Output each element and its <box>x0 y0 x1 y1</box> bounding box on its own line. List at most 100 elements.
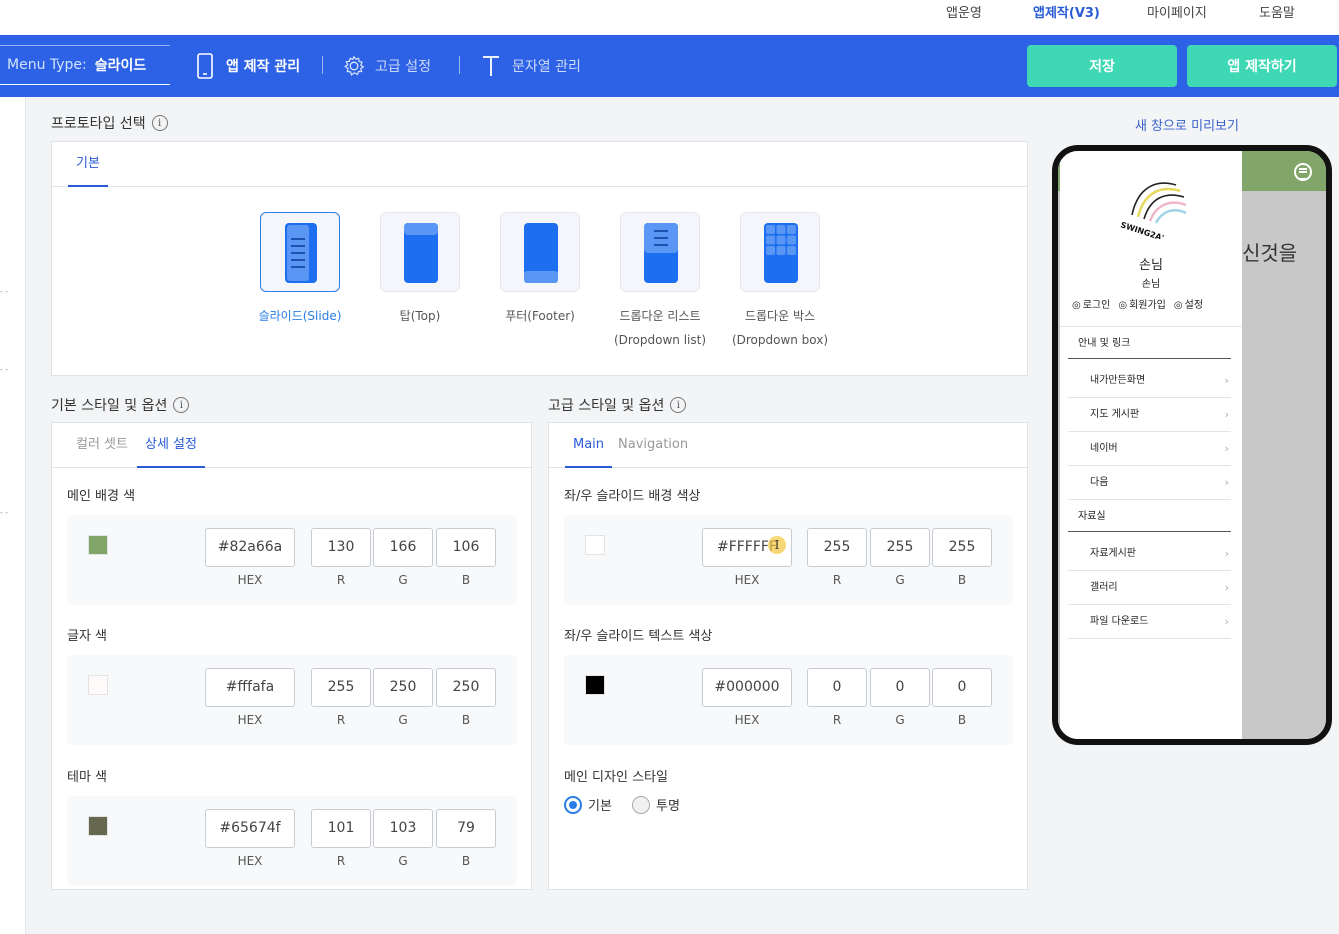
string-manage-link[interactable]: 문자열 관리 <box>480 53 581 79</box>
strip-marker: - - <box>0 508 9 517</box>
text-r-input[interactable]: 255 <box>311 668 371 707</box>
radio-design-basic[interactable]: 기본 <box>564 795 612 814</box>
basic-style-panel: 컬러 셋트 상세 설정 메인 배경 색 #82a66a 130 166 106 … <box>51 422 532 890</box>
info-icon[interactable]: i <box>151 115 168 131</box>
text-g-input[interactable]: 250 <box>373 668 433 707</box>
b-caption: B <box>461 573 471 587</box>
menu-item-label: 갤러리 <box>1090 582 1118 593</box>
menu-type-value: 슬라이드 <box>94 58 147 74</box>
main-bg-g-input[interactable]: 166 <box>373 528 433 567</box>
b-caption: B <box>461 713 471 727</box>
theme-hex-input[interactable]: #65674f <box>205 809 295 848</box>
r-caption: R <box>832 713 842 727</box>
slide-text-g-input[interactable]: 0 <box>870 668 930 707</box>
slide-bg-r-input[interactable]: 255 <box>807 528 867 567</box>
tab-color-set[interactable]: 컬러 셋트 <box>68 423 136 468</box>
text-b-input[interactable]: 250 <box>436 668 496 707</box>
menu-item[interactable]: 다음 › <box>1068 466 1231 500</box>
prototype-slide[interactable]: 슬라이드(Slide) <box>240 212 360 328</box>
phone-preview: 신것을 SWING2A' 손님 손님 로그인 회원가입 설정 안내 및 링크 내… <box>1052 145 1332 745</box>
menu-type-selector[interactable]: Menu Type: 슬라이드 <box>0 45 170 85</box>
info-icon[interactable]: i <box>670 397 687 413</box>
g-caption: G <box>398 713 408 727</box>
prototype-tabs: 기본 <box>52 142 1027 187</box>
app-manage-label: 앱 제작 관리 <box>226 59 301 75</box>
prototype-dropdown-list[interactable]: 드롭다운 리스트 (Dropdown list) <box>600 212 720 352</box>
info-icon[interactable]: i <box>173 397 190 413</box>
nav-app-build-v3[interactable]: 앱제작(V3) <box>1033 2 1100 21</box>
main-bg-b-input[interactable]: 106 <box>436 528 496 567</box>
menu-icon[interactable] <box>1294 163 1312 181</box>
tab-navigation[interactable]: Navigation <box>610 423 696 468</box>
slide-text-r-input[interactable]: 0 <box>807 668 867 707</box>
dropdown-box-label-2: (Dropdown box) <box>731 333 829 347</box>
gear-icon <box>343 53 365 79</box>
tab-detail-settings[interactable]: 상세 설정 <box>137 423 205 468</box>
prototype-footer[interactable]: 푸터(Footer) <box>480 212 600 328</box>
main-bg-r-input[interactable]: 130 <box>311 528 371 567</box>
preview-new-window-link[interactable]: 새 창으로 미리보기 <box>1135 115 1239 134</box>
menu-item-label: 다음 <box>1090 477 1109 488</box>
text-hex-input[interactable]: #fffafa <box>205 668 295 707</box>
theme-r-input[interactable]: 101 <box>311 809 371 848</box>
slide-drawer: SWING2A' 손님 손님 로그인 회원가입 설정 안내 및 링크 내가만든화… <box>1060 151 1242 739</box>
radio-basic-label: 기본 <box>588 799 612 814</box>
login-link[interactable]: 로그인 <box>1072 296 1111 311</box>
prototype-dropdown-list-label: 드롭다운 리스트 (Dropdown list) <box>600 304 720 352</box>
app-manage-link[interactable]: 앱 제작 관리 <box>194 53 300 79</box>
dropdown-box-layout-icon <box>740 212 820 292</box>
theme-color-swatch[interactable] <box>88 816 108 836</box>
nav-help[interactable]: 도움말 <box>1259 2 1295 21</box>
hex-caption: HEX <box>237 573 263 587</box>
radio-design-transparent[interactable]: 투명 <box>632 795 680 814</box>
main-bg-color-label: 메인 배경 색 <box>67 489 136 504</box>
slide-text-color-swatch[interactable] <box>585 675 605 695</box>
prototype-dropdown-box-label: 드롭다운 박스 (Dropdown box) <box>720 304 840 352</box>
logo-text: SWING2A' <box>1119 220 1165 239</box>
prototype-dropdown-box[interactable]: 드롭다운 박스 (Dropdown box) <box>720 212 840 352</box>
slide-text-b-input[interactable]: 0 <box>932 668 992 707</box>
nav-app-operation[interactable]: 앱운영 <box>946 2 982 21</box>
theme-g-input[interactable]: 103 <box>373 809 433 848</box>
prototype-panel: 기본 슬라이드(Slide) 탑(Top) 푸터(Footer) 드롭다운 리스… <box>51 141 1028 376</box>
main-bg-color-swatch[interactable] <box>88 535 108 555</box>
tab-main[interactable]: Main <box>565 423 613 468</box>
left-collapsed-panel: - - - - - - <box>0 97 26 934</box>
slide-bg-color-swatch[interactable] <box>585 535 605 555</box>
tab-basic[interactable]: 기본 <box>68 142 108 187</box>
menu-item-label: 자료게시판 <box>1090 548 1136 559</box>
main-bg-hex-input[interactable]: #82a66a <box>205 528 295 567</box>
footer-layout-icon <box>500 212 580 292</box>
menu-item[interactable]: 파일 다운로드 › <box>1068 605 1231 639</box>
build-app-button[interactable]: 앱 제작하기 <box>1187 45 1337 87</box>
text-icon <box>480 53 502 79</box>
basic-style-section-title: 기본 스타일 및 옵션 i <box>51 395 190 415</box>
menu-item[interactable]: 갤러리 › <box>1068 571 1231 605</box>
menu-group-archive[interactable]: 자료실 <box>1068 502 1231 532</box>
slide-bg-b-input[interactable]: 255 <box>932 528 992 567</box>
menu-group-guide[interactable]: 안내 및 링크 <box>1068 329 1231 359</box>
theme-b-input[interactable]: 79 <box>436 809 496 848</box>
prototype-top[interactable]: 탑(Top) <box>360 212 480 328</box>
text-color-swatch[interactable] <box>88 675 108 695</box>
save-button[interactable]: 저장 <box>1027 45 1177 87</box>
slide-text-hex-input[interactable]: #000000 <box>702 668 792 707</box>
advanced-style-panel: Main Navigation 좌/우 슬라이드 배경 색상 #FFFFFF 2… <box>548 422 1028 890</box>
advanced-settings-link[interactable]: 고급 설정 <box>343 53 431 79</box>
nav-mypage[interactable]: 마이페이지 <box>1147 2 1207 21</box>
menu-item[interactable]: 네이버 › <box>1068 432 1231 466</box>
g-caption: G <box>398 573 408 587</box>
b-caption: B <box>461 854 471 868</box>
basic-style-title-text: 기본 스타일 및 옵션 <box>51 398 168 414</box>
menu-item[interactable]: 내가만든화면 › <box>1068 364 1231 398</box>
menu-item[interactable]: 자료게시판 › <box>1068 537 1231 571</box>
chevron-right-icon: › <box>1224 581 1229 594</box>
slide-bg-g-input[interactable]: 255 <box>870 528 930 567</box>
chevron-right-icon: › <box>1224 615 1229 628</box>
menu-item[interactable]: 지도 게시판 › <box>1068 398 1231 432</box>
settings-link[interactable]: 설정 <box>1174 296 1203 311</box>
radio-on-icon <box>564 795 582 814</box>
dropdown-list-layout-icon <box>620 212 700 292</box>
strip-marker: - - <box>0 365 9 374</box>
signup-link[interactable]: 회원가입 <box>1118 296 1166 311</box>
